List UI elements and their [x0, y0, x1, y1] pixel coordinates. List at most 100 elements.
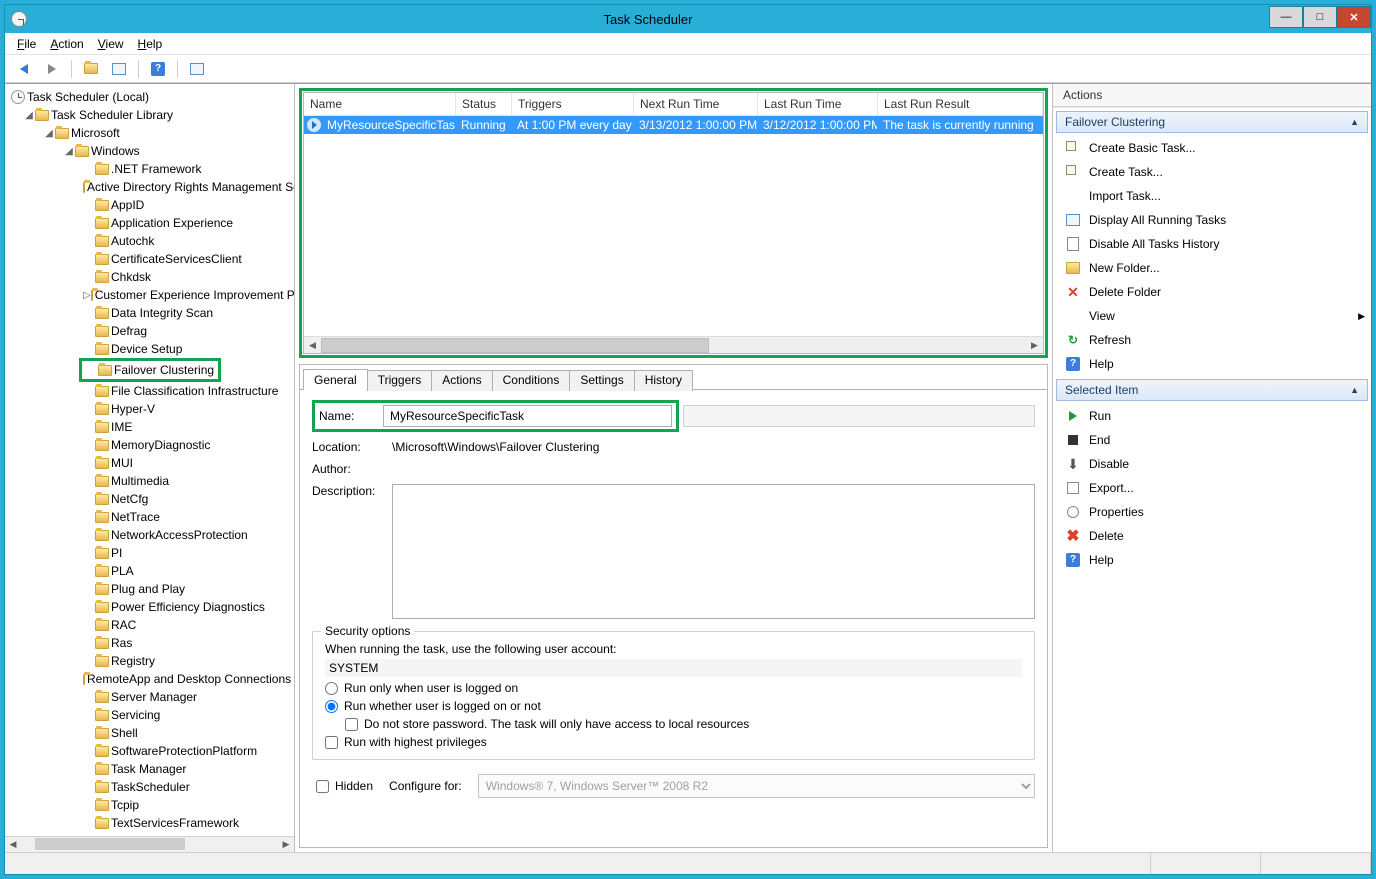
- tree-item[interactable]: Device Setup: [5, 340, 294, 358]
- tab-triggers[interactable]: Triggers: [367, 370, 433, 391]
- tree-item[interactable]: Registry: [5, 652, 294, 670]
- tree-item[interactable]: IME: [5, 418, 294, 436]
- radio-logged-on[interactable]: [325, 682, 338, 695]
- action-item[interactable]: Export...: [1053, 476, 1371, 500]
- tree-item[interactable]: Ras: [5, 634, 294, 652]
- tab-conditions[interactable]: Conditions: [492, 370, 571, 391]
- menu-help[interactable]: Help: [138, 37, 163, 51]
- collapse-icon[interactable]: ◢: [23, 110, 35, 121]
- tasklist-horizontal-scrollbar[interactable]: ◀ ▶: [304, 336, 1043, 353]
- col-last[interactable]: Last Run Time: [758, 93, 878, 115]
- tree-horizontal-scrollbar[interactable]: ◀ ▶: [5, 836, 294, 852]
- toolbar-properties-button[interactable]: [80, 58, 102, 80]
- tree-item[interactable]: Shell: [5, 724, 294, 742]
- tree-root[interactable]: Task Scheduler (Local): [5, 88, 294, 106]
- tree-item[interactable]: Plug and Play: [5, 580, 294, 598]
- tree-library[interactable]: ◢ Task Scheduler Library: [5, 106, 294, 124]
- opt-no-store[interactable]: Do not store password. The task will onl…: [345, 717, 1022, 731]
- tree-item[interactable]: Failover Clustering: [82, 361, 218, 379]
- toolbar-help-button[interactable]: ?: [147, 58, 169, 80]
- action-item[interactable]: ✖Delete: [1053, 524, 1371, 548]
- tree-item[interactable]: Power Efficiency Diagnostics: [5, 598, 294, 616]
- opt-logged-off[interactable]: Run whether user is logged on or not: [325, 699, 1022, 713]
- expand-icon[interactable]: ▷: [83, 290, 91, 301]
- tree-item[interactable]: Hyper-V: [5, 400, 294, 418]
- scrollbar-thumb[interactable]: [35, 838, 185, 850]
- tree-item[interactable]: File Classification Infrastructure: [5, 382, 294, 400]
- action-item[interactable]: Create Basic Task...: [1053, 136, 1371, 160]
- actions-section-selected[interactable]: Selected Item ▲: [1056, 379, 1368, 401]
- tree-item[interactable]: Defrag: [5, 322, 294, 340]
- checkbox-no-store[interactable]: [345, 718, 358, 731]
- tree-item[interactable]: Task Manager: [5, 760, 294, 778]
- tree-item[interactable]: Servicing: [5, 706, 294, 724]
- action-item[interactable]: ?Help: [1053, 548, 1371, 572]
- col-triggers[interactable]: Triggers: [512, 93, 634, 115]
- action-item[interactable]: Properties: [1053, 500, 1371, 524]
- opt-logged-on[interactable]: Run only when user is logged on: [325, 681, 1022, 695]
- minimize-button[interactable]: —: [1269, 6, 1303, 28]
- tree-windows[interactable]: ◢ Windows: [5, 142, 294, 160]
- name-input[interactable]: [383, 405, 672, 427]
- toolbar-showhide-button[interactable]: [108, 58, 130, 80]
- tree-item[interactable]: NetTrace: [5, 508, 294, 526]
- tree-item[interactable]: ▷Customer Experience Improvement Program: [5, 286, 294, 304]
- scroll-left-icon[interactable]: ◀: [304, 338, 321, 353]
- hidden-checkbox-label[interactable]: Hidden: [316, 779, 373, 793]
- tree-item[interactable]: TaskScheduler: [5, 778, 294, 796]
- configure-for-select[interactable]: Windows® 7, Windows Server™ 2008 R2: [478, 774, 1035, 798]
- tree-item[interactable]: RAC: [5, 616, 294, 634]
- tree-item[interactable]: Server Manager: [5, 688, 294, 706]
- task-list[interactable]: Name Status Triggers Next Run Time Last …: [303, 92, 1044, 354]
- toolbar-view-button[interactable]: [186, 58, 208, 80]
- back-button[interactable]: [13, 58, 35, 80]
- tab-actions[interactable]: Actions: [431, 370, 492, 391]
- scrollbar-thumb[interactable]: [321, 338, 709, 353]
- action-item[interactable]: View▶: [1053, 304, 1371, 328]
- actions-section-context[interactable]: Failover Clustering ▲: [1056, 111, 1368, 133]
- tree-item[interactable]: .NET Framework: [5, 160, 294, 178]
- task-row[interactable]: MyResourceSpecificTask Running At 1:00 P…: [304, 116, 1043, 134]
- scroll-right-icon[interactable]: ▶: [1026, 338, 1043, 353]
- tree-item[interactable]: CertificateServicesClient: [5, 250, 294, 268]
- col-result[interactable]: Last Run Result: [878, 93, 1043, 115]
- tree-item[interactable]: Tcpip: [5, 796, 294, 814]
- forward-button[interactable]: [41, 58, 63, 80]
- tree-item[interactable]: MemoryDiagnostic: [5, 436, 294, 454]
- tree-item[interactable]: TextServicesFramework: [5, 814, 294, 832]
- menu-action[interactable]: Action: [50, 37, 83, 51]
- col-next[interactable]: Next Run Time: [634, 93, 758, 115]
- tab-settings[interactable]: Settings: [569, 370, 634, 391]
- tree-item[interactable]: NetCfg: [5, 490, 294, 508]
- tab-history[interactable]: History: [634, 370, 693, 391]
- tree-item[interactable]: RemoteApp and Desktop Connections: [5, 670, 294, 688]
- description-input[interactable]: [392, 484, 1035, 619]
- scroll-left-icon[interactable]: ◀: [5, 837, 21, 851]
- tree-microsoft[interactable]: ◢ Microsoft: [5, 124, 294, 142]
- tree[interactable]: Task Scheduler (Local) ◢ Task Scheduler …: [5, 84, 294, 836]
- tree-item[interactable]: PI: [5, 544, 294, 562]
- tree-item[interactable]: Autochk: [5, 232, 294, 250]
- action-item[interactable]: ?Help: [1053, 352, 1371, 376]
- hidden-checkbox[interactable]: [316, 780, 329, 793]
- tree-item[interactable]: NetworkAccessProtection: [5, 526, 294, 544]
- action-item[interactable]: New Folder...: [1053, 256, 1371, 280]
- action-item[interactable]: Disable All Tasks History: [1053, 232, 1371, 256]
- action-item[interactable]: End: [1053, 428, 1371, 452]
- collapse-icon[interactable]: ▲: [1350, 385, 1359, 395]
- tree-item[interactable]: Active Directory Rights Management Servi…: [5, 178, 294, 196]
- action-item[interactable]: ↻Refresh: [1053, 328, 1371, 352]
- action-item[interactable]: Import Task...: [1053, 184, 1371, 208]
- tab-general[interactable]: General: [303, 369, 368, 390]
- tree-item[interactable]: Multimedia: [5, 472, 294, 490]
- tree-item[interactable]: MUI: [5, 454, 294, 472]
- tree-item[interactable]: Data Integrity Scan: [5, 304, 294, 322]
- col-status[interactable]: Status: [456, 93, 512, 115]
- tree-item[interactable]: Application Experience: [5, 214, 294, 232]
- menu-view[interactable]: View: [98, 37, 124, 51]
- collapse-icon[interactable]: ▲: [1350, 117, 1359, 127]
- scrollbar-track[interactable]: [321, 338, 1026, 353]
- radio-logged-off[interactable]: [325, 700, 338, 713]
- tree-item[interactable]: AppID: [5, 196, 294, 214]
- checkbox-highest[interactable]: [325, 736, 338, 749]
